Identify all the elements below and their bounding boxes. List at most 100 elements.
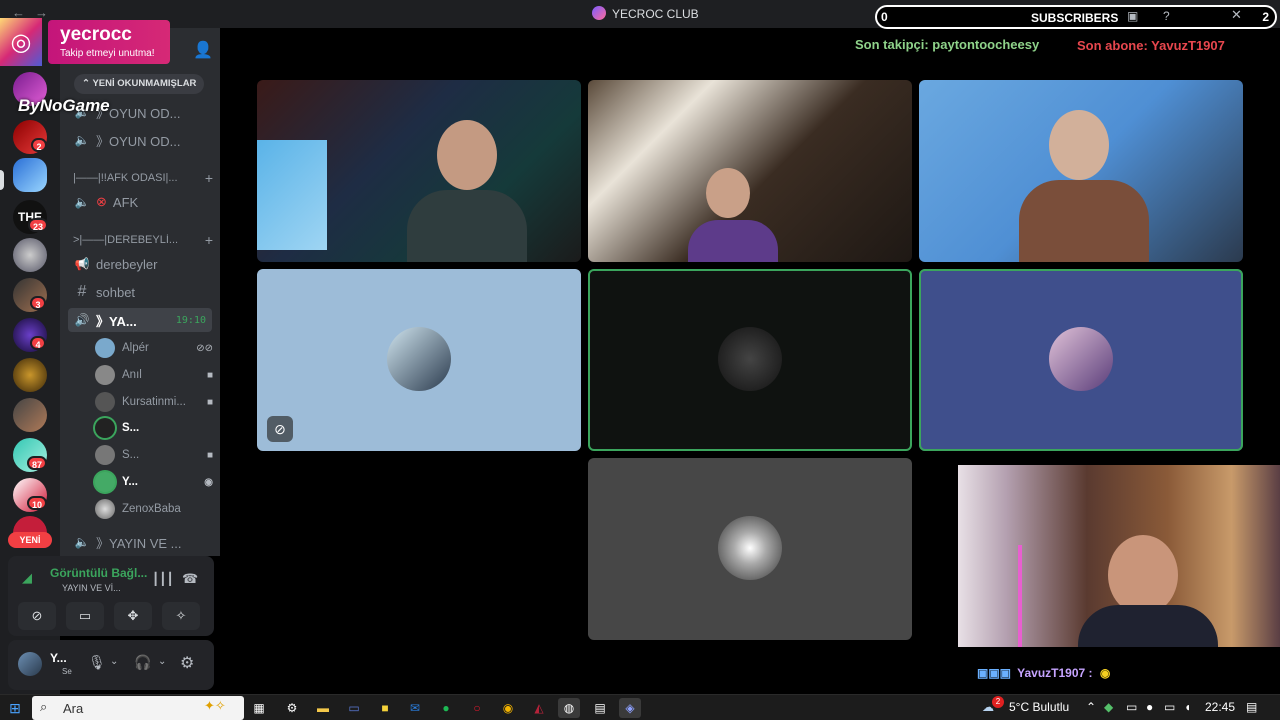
server-icon[interactable] xyxy=(13,238,47,272)
clock[interactable]: 22:45 xyxy=(1205,700,1235,714)
mention-badge: 10 xyxy=(27,496,48,510)
obs-icon[interactable]: ◍ xyxy=(558,698,580,718)
window-title: YECROC CLUB xyxy=(612,7,699,21)
voice-member[interactable]: Y... ◉ xyxy=(95,471,213,493)
help-icon[interactable]: ? xyxy=(1163,9,1170,23)
app-icon[interactable]: ◭ xyxy=(528,698,550,718)
channel-label: AFK xyxy=(112,194,139,210)
screen-share-button[interactable]: ▭ xyxy=(66,602,104,630)
channel-label: sohbet xyxy=(96,284,136,300)
avatar xyxy=(95,338,115,358)
tray-app-icon[interactable]: ◆ xyxy=(1104,700,1113,714)
volume-icon[interactable]: ◖ xyxy=(1184,700,1191,714)
voice-channel[interactable]: 🔈 》OYUN OD... xyxy=(73,128,213,152)
voice-member[interactable]: S... ■ xyxy=(95,444,213,466)
spotify-icon[interactable]: ● xyxy=(435,698,457,718)
category-label: |——|!!AFK ODASI|... xyxy=(73,172,178,184)
app-icon[interactable]: ▤ xyxy=(589,698,611,718)
voice-member[interactable]: Kursatinmi... ■ xyxy=(95,391,213,413)
voice-channel-name[interactable]: YAYIN VE Vİ... xyxy=(62,583,121,593)
app-icon[interactable]: ▭ xyxy=(343,698,365,718)
person-face xyxy=(706,168,750,218)
notifications-icon[interactable]: ▤ xyxy=(1246,700,1257,714)
server-icon[interactable] xyxy=(13,158,47,192)
noise-suppression-icon[interactable]: ┃┃┃ xyxy=(152,572,174,586)
unread-pill[interactable]: ⌃ YENİ OKUNMAMIŞLAR xyxy=(74,74,205,94)
avatar xyxy=(95,418,115,438)
mention-badge: 3 xyxy=(30,296,46,310)
mention-badge: 23 xyxy=(28,218,49,232)
voice-status[interactable]: Görüntülü Bağl... xyxy=(50,566,147,580)
channel-label: derebeyler xyxy=(96,256,158,272)
video-tile[interactable]: ⊘ xyxy=(257,269,581,451)
activities-button[interactable]: ✥ xyxy=(114,602,152,630)
server-icon[interactable] xyxy=(13,358,47,392)
video-tile[interactable] xyxy=(919,80,1243,262)
voice-member[interactable]: S... xyxy=(95,417,213,439)
network-icon[interactable]: ▭ xyxy=(1164,700,1175,714)
chat-message: YavuzT1907 : xyxy=(1017,666,1093,680)
new-unreads-pill[interactable]: YENİ xyxy=(8,532,52,548)
subscribers-bar: 0 SUBSCRIBERS ▣ ? ✕ 2 xyxy=(875,5,1277,29)
server-icon[interactable] xyxy=(13,398,47,432)
discord-icon[interactable]: ◈ xyxy=(619,698,641,718)
camera-off-button[interactable]: ⊘ xyxy=(18,602,56,630)
video-tile[interactable] xyxy=(257,80,581,262)
inbox-icon[interactable]: ▣ xyxy=(1127,9,1138,23)
announcement-channel[interactable]: 📢 derebeyler xyxy=(73,252,213,276)
chrome-icon[interactable]: ◉ xyxy=(497,698,519,718)
avatar xyxy=(718,516,782,580)
voice-member[interactable]: Alpér ⊘⊘ xyxy=(95,337,213,359)
chevron-down-icon[interactable]: ⌄ xyxy=(158,656,166,667)
sticky-notes-icon[interactable]: ■ xyxy=(374,698,396,718)
settings-icon[interactable]: ⚙ xyxy=(281,698,303,718)
disconnect-icon[interactable]: ☎ xyxy=(182,571,198,587)
tray-app-icon[interactable]: ▭ xyxy=(1126,700,1137,714)
headphones-icon[interactable]: 🎧 xyxy=(134,654,151,671)
voice-member[interactable]: ZenoxBaba xyxy=(95,498,213,520)
voice-channel[interactable]: 🔈 》YAYIN VE ... xyxy=(73,530,213,554)
microphone-icon[interactable]: ● xyxy=(1146,700,1153,714)
camera-off-icon: ⊘ xyxy=(267,416,293,442)
opera-icon[interactable]: ○ xyxy=(466,698,488,718)
badge-icon: ▣▣▣ xyxy=(977,666,1012,680)
category-derebeyli[interactable]: >|——|DEREBEYLİ... + xyxy=(73,234,213,246)
avatar[interactable] xyxy=(18,652,42,676)
last-follower: Son takipçi: paytontoocheesy xyxy=(855,37,1040,52)
person-body xyxy=(407,190,527,262)
last-subscriber: Son abone: YavuzT1907 xyxy=(1077,38,1225,53)
avatar xyxy=(1049,327,1113,391)
close-button[interactable]: ✕ xyxy=(1231,7,1242,23)
weather-text[interactable]: 5°C Bulutlu xyxy=(1009,700,1069,714)
add-channel-icon[interactable]: + xyxy=(205,172,213,184)
instagram-name: yecrocc xyxy=(60,24,132,45)
add-channel-icon[interactable]: + xyxy=(205,234,213,246)
text-channel[interactable]: # sohbet xyxy=(73,280,213,304)
chevron-down-icon[interactable]: ⌄ xyxy=(110,656,118,667)
video-tile[interactable] xyxy=(588,80,912,262)
video-tile[interactable] xyxy=(919,269,1243,451)
mail-icon[interactable]: ✉ xyxy=(404,698,426,718)
file-explorer-icon[interactable]: ▬ xyxy=(312,698,334,718)
voice-timer: 19:10 xyxy=(175,314,206,326)
avatar xyxy=(718,327,782,391)
active-voice-channel[interactable]: 🔊 》YA... 19:10 xyxy=(68,308,212,332)
video-tile[interactable] xyxy=(588,458,912,640)
start-button[interactable]: ⊞ xyxy=(4,698,26,718)
tray-chevron-icon[interactable]: ⌃ xyxy=(1086,700,1096,714)
server-logo-icon xyxy=(592,6,606,20)
category-afk[interactable]: |——|!!AFK ODASI|... + xyxy=(73,172,213,184)
subscriber-count-left: 0 xyxy=(881,10,888,24)
video-tile[interactable] xyxy=(588,269,912,451)
add-friend-icon[interactable]: 👤 xyxy=(193,40,213,60)
soundboard-button[interactable]: ✧ xyxy=(162,602,200,630)
gear-icon[interactable]: ⚙ xyxy=(180,653,194,673)
neon-light xyxy=(1018,545,1022,647)
search-box[interactable]: ⌕ Ara ✦✧ xyxy=(32,696,244,720)
task-view-icon[interactable]: ▦ xyxy=(248,698,270,718)
voice-connection-panel: ◢ Görüntülü Bağl... YAYIN VE Vİ... ┃┃┃ ☎… xyxy=(8,556,214,636)
voice-member[interactable]: Anıl ■ xyxy=(95,364,213,386)
member-name: S... xyxy=(122,422,140,434)
microphone-icon[interactable]: 🎙 xyxy=(88,654,106,671)
voice-channel-afk[interactable]: 🔈 ⊗ AFK xyxy=(73,190,213,214)
